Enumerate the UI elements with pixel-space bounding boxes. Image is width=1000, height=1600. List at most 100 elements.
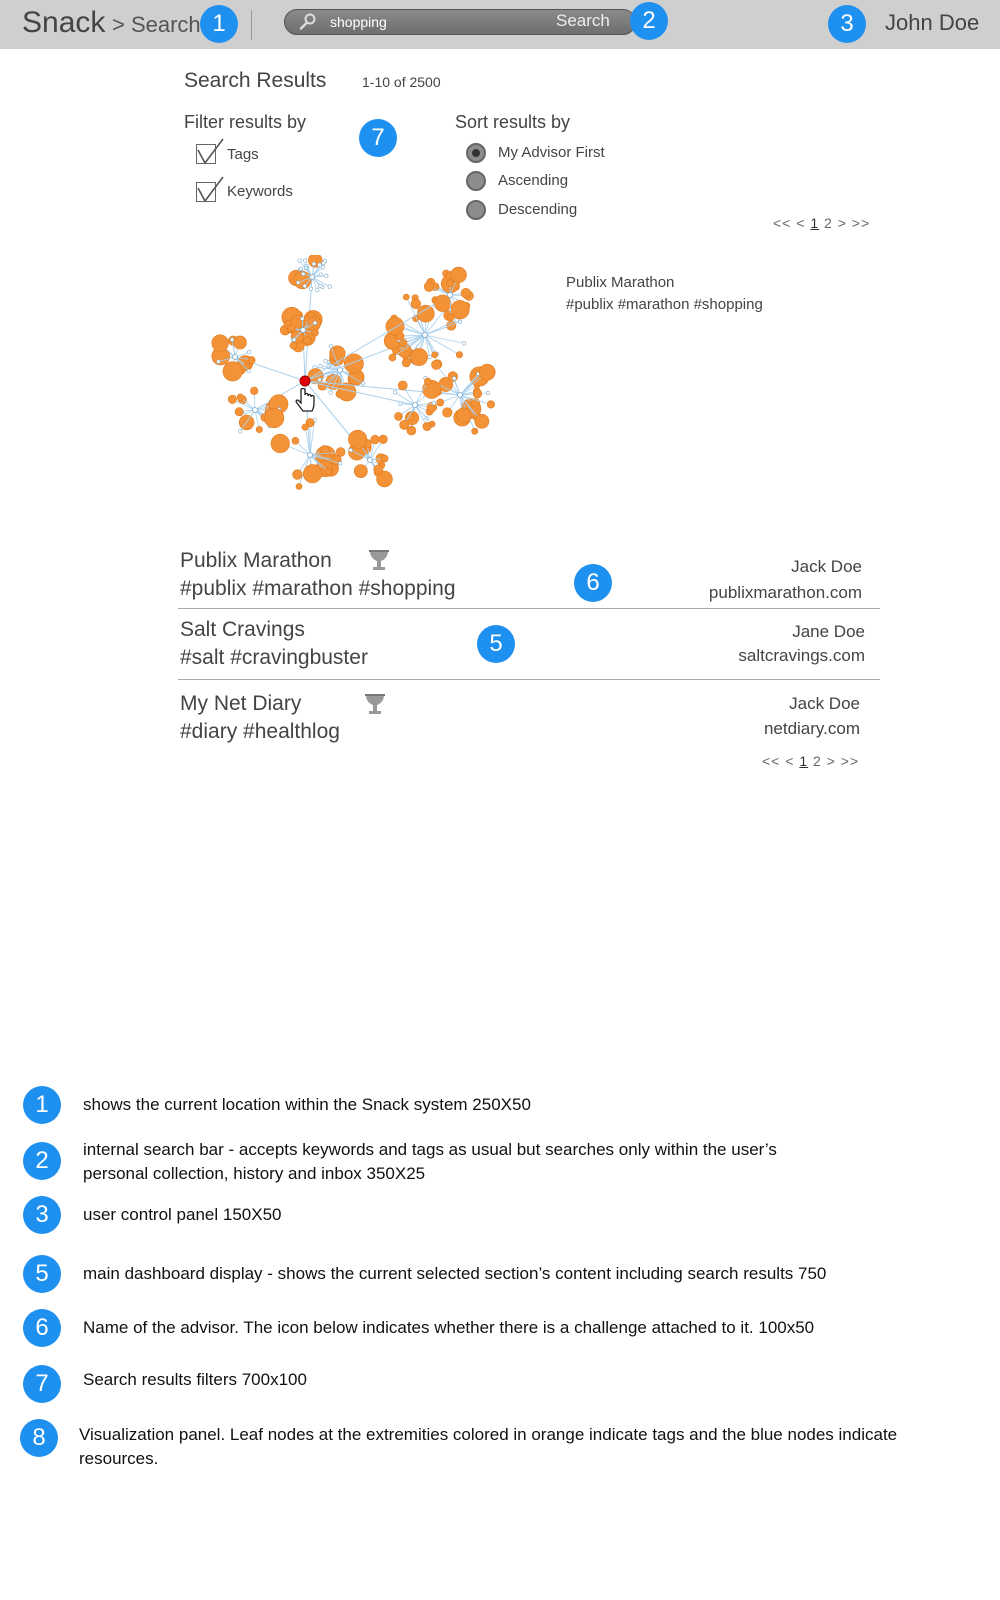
result-3-advisor[interactable]: Jack Doe [789,694,860,714]
result-3-title[interactable]: My Net Diary [180,692,301,716]
tag-node [302,464,322,484]
result-2-title[interactable]: Salt Cravings [180,618,305,642]
resource-node [328,390,333,395]
search-input[interactable] [330,11,530,33]
result-2-advisor[interactable]: Jane Doe [792,622,865,642]
tag-node [460,287,472,299]
result-1-site[interactable]: publixmarathon.com [709,583,862,603]
trophy-icon [369,550,389,570]
tag-node [450,266,467,284]
pagination-page-1[interactable]: 1 [810,215,819,231]
tag-node [423,281,435,292]
resource-node [307,452,313,458]
result-1-title[interactable]: Publix Marathon [180,549,332,573]
tag-node [335,447,346,457]
pagination-prev[interactable]: < [785,753,794,769]
tag-node [478,363,496,381]
tag-node [474,414,490,429]
resource-node [297,258,302,263]
tag-node [255,426,263,434]
visualization-graph[interactable] [200,255,520,520]
search-button[interactable]: Search [556,11,610,31]
resource-node [300,316,305,321]
resource-node [318,283,323,289]
annotation-badge-3: 3 [828,5,866,43]
hand-cursor-icon [295,388,315,412]
resource-node [327,284,332,289]
pagination-prev[interactable]: < [796,215,805,231]
resource-node [457,319,463,324]
legend-text-2: internal search bar - accepts keywords a… [83,1140,777,1183]
resource-node [328,344,333,349]
tag-node [401,358,411,368]
tag-node [348,429,368,449]
pagination-page-2[interactable]: 2 [824,215,833,231]
graph-edge [304,294,451,382]
tag-node [417,304,435,323]
tag-node [343,353,364,374]
result-2-tags[interactable]: #salt #cravingbuster [180,646,368,670]
legend-text-7: Search results filters 700x100 [83,1370,307,1389]
resource-node [422,332,428,338]
resource-node [318,363,323,369]
checkmark-icon [197,138,224,165]
filter-tags-checkbox[interactable] [196,138,224,165]
brand-logo[interactable]: Snack [22,6,105,40]
legend-badge-2: 2 [23,1142,61,1180]
pagination-page-2[interactable]: 2 [813,753,822,769]
sort-descending-label: Descending [498,201,578,218]
tag-node [442,407,453,418]
filter-keywords-checkbox[interactable] [196,176,224,203]
tag-node [250,386,259,395]
tag-node [211,334,229,352]
tag-node [447,371,459,382]
sort-ascending-radio[interactable] [466,171,486,191]
resource-node [318,272,323,277]
tag-node [431,359,442,370]
resource-node [324,273,329,278]
result-2-site[interactable]: saltcravings.com [738,646,865,666]
filter-keywords-label: Keywords [227,183,293,200]
sort-ascending-label: Ascending [498,172,569,189]
resource-node [309,274,315,280]
resource-node [238,429,243,434]
resource-node [348,448,353,453]
breadcrumb[interactable]: > Search [112,12,201,38]
user-menu[interactable]: John Doe [885,10,979,36]
tag-node [394,412,403,421]
tag-node [486,400,495,409]
legend-text-1: shows the current location within the Sn… [83,1095,531,1114]
pagination-last[interactable]: >> [841,753,859,769]
result-3-site[interactable]: netdiary.com [764,719,860,739]
tag-node [353,464,368,478]
tag-node [431,351,439,359]
pagination-next[interactable]: > [838,215,847,231]
resource-node [302,258,308,263]
selected-node [299,375,311,387]
result-1-tags[interactable]: #publix #marathon #shopping [180,577,456,601]
sort-advisor-first-radio[interactable] [466,143,486,163]
result-1-advisor[interactable]: Jack Doe [791,557,862,577]
tag-node [455,351,463,359]
resource-node [317,377,322,382]
pagination-page-1[interactable]: 1 [799,753,808,769]
pagination-bottom: << < 1 2 > >> [762,753,859,769]
tag-node [397,380,408,391]
resource-node [427,354,432,360]
legend-badge-3: 3 [23,1196,61,1234]
tag-node [233,335,247,350]
pagination-first[interactable]: << [762,753,780,769]
result-3-tags[interactable]: #diary #healthlog [180,720,340,744]
tag-node [455,407,472,423]
pagination-first[interactable]: << [773,215,791,231]
legend-badge-7: 7 [23,1365,61,1403]
resource-node [461,341,467,346]
tag-node [399,420,409,430]
tag-node [234,407,244,417]
pagination-last[interactable]: >> [852,215,870,231]
pagination-next[interactable]: > [827,753,836,769]
sort-descending-radio[interactable] [466,200,486,220]
resource-node [302,283,307,289]
resource-node [392,390,398,395]
tag-node [410,348,428,366]
